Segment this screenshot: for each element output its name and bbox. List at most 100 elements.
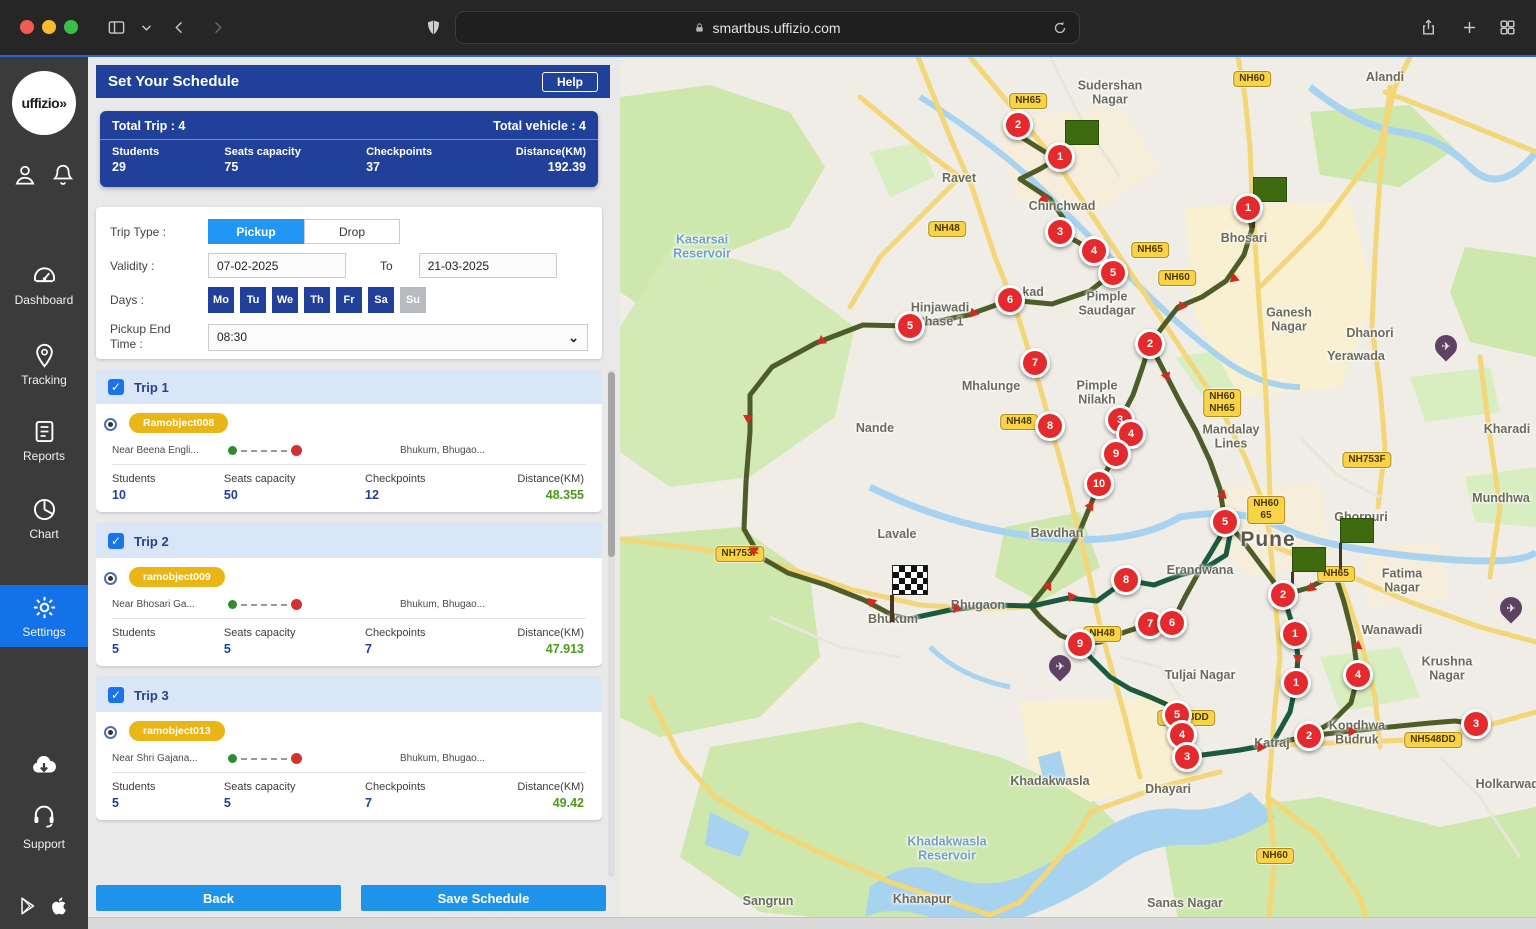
vehicle-radio[interactable] [104, 572, 117, 585]
route-map[interactable]: AlandiSudershan NagarRavetChinchwadBhosa… [620, 57, 1536, 929]
trip-stats: Students5 Seats capacity5 Checkpoints7 D… [102, 781, 590, 810]
drop-tab[interactable]: Drop [304, 219, 400, 244]
trips-scrollbar[interactable] [608, 370, 615, 877]
vehicle-badge[interactable]: ramobject009 [129, 567, 225, 587]
finish-flag-icon[interactable] [892, 565, 928, 595]
checkpoint-marker[interactable]: 3 [1045, 217, 1075, 247]
depot-flag-icon[interactable] [1065, 120, 1099, 145]
route-start-dot [228, 446, 237, 455]
checkpoint-marker[interactable]: 5 [1098, 258, 1128, 288]
sidebar-toggle-icon[interactable] [103, 14, 129, 40]
day-toggle-sa[interactable]: Sa [368, 287, 394, 313]
reload-icon[interactable] [1051, 19, 1069, 37]
checkpoint-marker[interactable]: 5 [1210, 507, 1240, 537]
shield-icon[interactable] [420, 14, 446, 40]
vehicle-radio[interactable] [104, 726, 117, 739]
checkpoint-marker[interactable]: 9 [1065, 629, 1095, 659]
checkpoint-marker[interactable]: 1 [1233, 193, 1263, 223]
checkpoint-marker[interactable]: 1 [1281, 668, 1311, 698]
trip-card-header: ✓ Trip 3 [96, 678, 602, 712]
uffizio-logo[interactable]: uffizio» [12, 71, 76, 135]
window-minimize-button[interactable] [42, 20, 56, 34]
checkpoint-marker[interactable]: 1 [1280, 619, 1310, 649]
help-button[interactable]: Help [542, 72, 598, 92]
window-close-button[interactable] [20, 20, 34, 34]
validity-to-input[interactable]: 21-03-2025 [419, 253, 557, 278]
trip-checkbox[interactable]: ✓ [108, 687, 124, 703]
checkpoint-marker[interactable]: 10 [1084, 469, 1114, 499]
highway-badge: NH548DD [1404, 732, 1462, 748]
day-toggle-fr[interactable]: Fr [336, 287, 362, 313]
sidebar-item-support[interactable]: Support [0, 802, 88, 851]
depot-flag-icon[interactable] [1340, 518, 1374, 543]
route-end-label: Bhukum, Bhugao... [400, 599, 485, 610]
day-toggle-tu[interactable]: Tu [240, 287, 266, 313]
back-button[interactable]: Back [96, 885, 341, 911]
apple-icon[interactable] [49, 895, 71, 917]
sidebar-item-tracking[interactable]: Tracking [0, 333, 88, 395]
forward-icon[interactable] [204, 14, 230, 40]
highway-badge: NH48 [1000, 414, 1038, 430]
user-icon[interactable] [12, 162, 38, 188]
day-toggle-su[interactable]: Su [400, 287, 426, 313]
pickup-end-time-select[interactable]: 08:30 ⌄ [208, 324, 588, 351]
checkpoint-marker[interactable]: 3 [1172, 742, 1202, 772]
depot-flag-icon[interactable] [1292, 547, 1326, 572]
trip-card: ✓ Trip 1 Ramobject008 Near Beena Engli..… [96, 370, 602, 512]
save-schedule-button[interactable]: Save Schedule [361, 885, 606, 911]
chevron-down-icon[interactable] [133, 14, 159, 40]
checkpoint-marker[interactable]: 4 [1343, 660, 1373, 690]
checkpoint-marker[interactable]: 2 [1135, 329, 1165, 359]
day-toggle-we[interactable]: We [272, 287, 298, 313]
horizontal-scrollbar[interactable] [88, 917, 1536, 929]
vehicle-badge[interactable]: ramobject013 [129, 721, 225, 741]
checkpoint-marker[interactable]: 3 [1461, 709, 1491, 739]
address-bar[interactable]: smartbus.uffizio.com [455, 11, 1080, 44]
validity-from-input[interactable]: 07-02-2025 [208, 253, 346, 278]
summary-card: Total Trip : 4 Total vehicle : 4 Student… [100, 111, 598, 187]
google-play-icon[interactable] [17, 895, 39, 917]
route-direction-arrow [953, 603, 963, 613]
share-icon[interactable] [1415, 14, 1441, 40]
back-icon[interactable] [166, 14, 192, 40]
sidebar-item-chart[interactable]: Chart [0, 487, 88, 549]
checkpoint-marker[interactable]: 6 [1157, 608, 1187, 638]
route-direction-arrow [1068, 591, 1078, 602]
checkpoint-marker[interactable]: 2 [1003, 110, 1033, 140]
trip-checkbox[interactable]: ✓ [108, 379, 124, 395]
dashboard-icon [31, 262, 58, 289]
vehicle-radio[interactable] [104, 418, 117, 431]
checkpoint-marker[interactable]: 9 [1101, 439, 1131, 469]
checkpoint-marker[interactable]: 8 [1111, 565, 1141, 595]
highway-badge: NH60 65 [1247, 496, 1285, 524]
checkpoint-marker[interactable]: 2 [1294, 721, 1324, 751]
trip-checkbox[interactable]: ✓ [108, 533, 124, 549]
trip-type-toggle: Pickup Drop [208, 219, 400, 244]
highway-badge: NH60 [1233, 71, 1271, 87]
notifications-bell-icon[interactable] [50, 162, 76, 188]
checkpoint-marker[interactable]: 2 [1268, 580, 1298, 610]
route-line [228, 599, 302, 610]
highway-badge: NH60 NH65 [1203, 389, 1241, 417]
checkpoint-marker[interactable]: 5 [895, 311, 925, 341]
sidebar-item-label: Dashboard [0, 293, 88, 307]
day-toggle-th[interactable]: Th [304, 287, 330, 313]
route-line [228, 753, 302, 764]
checkpoint-marker[interactable]: 8 [1035, 411, 1065, 441]
download-app-button[interactable] [0, 750, 88, 785]
route-end-dot [291, 599, 302, 610]
sidebar-item-settings[interactable]: Settings [0, 585, 88, 647]
vehicle-badge[interactable]: Ramobject008 [129, 413, 228, 433]
sidebar-item-label: Settings [0, 625, 88, 639]
route-direction-arrow [1257, 742, 1266, 752]
new-tab-icon[interactable] [1456, 14, 1482, 40]
day-toggle-mo[interactable]: Mo [208, 287, 234, 313]
pickup-tab[interactable]: Pickup [208, 219, 304, 244]
checkpoint-marker[interactable]: 6 [995, 285, 1025, 315]
sidebar-item-reports[interactable]: Reports [0, 409, 88, 471]
sidebar-item-dashboard[interactable]: Dashboard [0, 253, 88, 315]
tab-overview-icon[interactable] [1494, 14, 1520, 40]
window-zoom-button[interactable] [64, 20, 78, 34]
checkpoint-marker[interactable]: 7 [1020, 348, 1050, 378]
checkpoint-marker[interactable]: 1 [1045, 142, 1075, 172]
